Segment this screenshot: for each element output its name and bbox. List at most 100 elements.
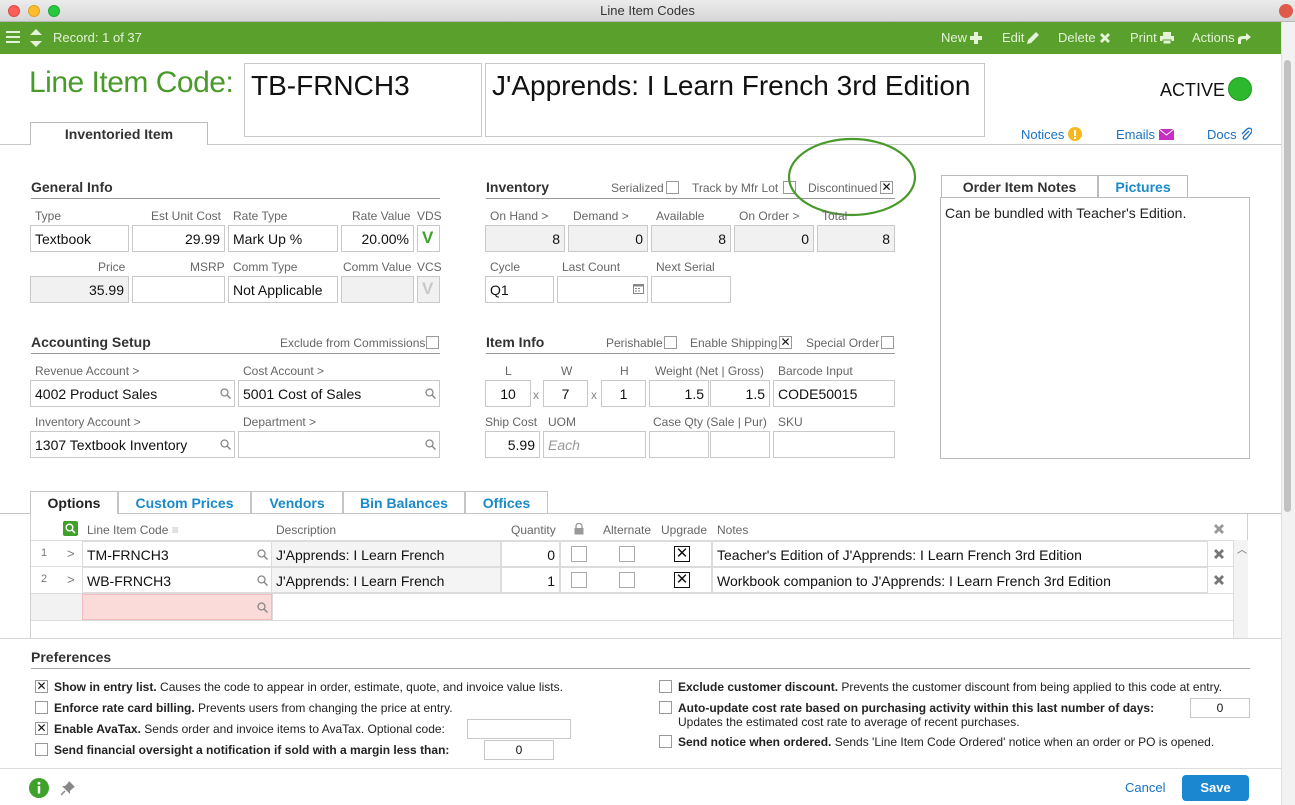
margin-threshold-field[interactable]: 0 <box>484 740 554 760</box>
cost-account-field[interactable]: 5001 Cost of Sales <box>238 380 440 407</box>
tab-order-item-notes[interactable]: Order Item Notes <box>941 175 1098 198</box>
row-upgrade-checkbox[interactable]: ✕ <box>674 546 690 562</box>
row-code-field[interactable]: WB-FRNCH3 <box>82 567 272 593</box>
search-icon[interactable] <box>220 388 231 399</box>
table-row[interactable]: 2 > WB-FRNCH3 J'Apprends: I Learn French… <box>31 567 1233 594</box>
new-button[interactable]: New <box>941 30 983 45</box>
inventory-account-link[interactable]: Inventory Account > <box>35 415 141 429</box>
next-serial-field[interactable] <box>651 276 731 303</box>
row-notes[interactable]: Teacher's Edition of J'Apprends: I Learn… <box>712 541 1208 567</box>
net-weight-field[interactable]: 1.5 <box>649 380 709 407</box>
code-field[interactable]: TB-FRNCH3 <box>244 63 482 137</box>
ship-cost-field[interactable]: 5.99 <box>485 431 540 458</box>
revenue-account-link[interactable]: Revenue Account > <box>35 364 139 378</box>
uom-field[interactable]: Each <box>543 431 646 458</box>
department-link[interactable]: Department > <box>243 415 316 429</box>
row-quantity[interactable]: 1 <box>501 567 560 593</box>
print-button[interactable]: Print <box>1130 30 1174 45</box>
enable-shipping-checkbox[interactable]: ✕ <box>779 336 792 349</box>
close-window-button[interactable] <box>8 5 20 17</box>
notices-link[interactable]: Notices <box>1021 127 1082 142</box>
grid-scrollbar[interactable]: ︿ <box>1233 540 1248 638</box>
edit-button[interactable]: Edit <box>1002 30 1040 45</box>
send-notice-checkbox[interactable] <box>659 735 672 748</box>
vds-checkmark-icon[interactable]: V <box>417 225 440 252</box>
msrp-field[interactable] <box>132 276 225 303</box>
est-unit-cost-field[interactable]: 29.99 <box>132 225 225 252</box>
comm-type-field[interactable]: Not Applicable <box>228 276 338 303</box>
show-in-entry-list-checkbox[interactable]: ✕ <box>35 680 48 693</box>
department-field[interactable] <box>238 431 440 458</box>
delete-button[interactable]: Delete <box>1058 30 1111 45</box>
tab-pictures[interactable]: Pictures <box>1098 175 1188 198</box>
col-line-item-code[interactable]: Line Item Code ≡ <box>87 523 179 537</box>
tab-custom-prices[interactable]: Custom Prices <box>118 491 251 514</box>
window-scroll-thumb[interactable] <box>1284 60 1291 512</box>
search-icon[interactable] <box>257 549 268 560</box>
margin-notification-checkbox[interactable] <box>35 743 48 756</box>
serialized-checkbox[interactable] <box>666 181 679 194</box>
exclude-customer-discount-checkbox[interactable] <box>659 680 672 693</box>
delete-row-icon[interactable] <box>1213 574 1225 586</box>
row-open-arrow-icon[interactable]: > <box>67 546 75 561</box>
on-hand-link[interactable]: On Hand > <box>490 209 548 223</box>
minimize-window-button[interactable] <box>28 5 40 17</box>
cancel-button[interactable]: Cancel <box>1125 780 1165 795</box>
tab-bin-balances[interactable]: Bin Balances <box>343 491 465 514</box>
search-icon[interactable] <box>257 575 268 586</box>
description-field[interactable]: J'Apprends: I Learn French 3rd Edition <box>485 63 985 137</box>
row-quantity[interactable]: 0 <box>501 541 560 567</box>
row-code-field[interactable]: TM-FRNCH3 <box>82 541 272 567</box>
cycle-field[interactable]: Q1 <box>485 276 554 303</box>
row-alternate-checkbox[interactable] <box>619 572 635 588</box>
case-qty-sale-field[interactable] <box>649 431 709 458</box>
zoom-window-button[interactable] <box>48 5 60 17</box>
tab-vendors[interactable]: Vendors <box>251 491 343 514</box>
auto-update-cost-checkbox[interactable] <box>659 701 672 714</box>
pin-icon[interactable] <box>60 780 76 796</box>
cost-account-link[interactable]: Cost Account > <box>243 364 324 378</box>
order-item-notes-textarea[interactable]: Can be bundled with Teacher's Edition. <box>940 197 1250 459</box>
rate-type-field[interactable]: Mark Up % <box>228 225 338 252</box>
new-row-code-field[interactable] <box>82 594 272 620</box>
special-order-checkbox[interactable] <box>881 336 894 349</box>
perishable-checkbox[interactable] <box>664 336 677 349</box>
enable-avatax-checkbox[interactable]: ✕ <box>35 722 48 735</box>
emails-link[interactable]: Emails <box>1116 127 1174 142</box>
barcode-field[interactable]: CODE50015 <box>773 380 895 407</box>
type-field[interactable]: Textbook <box>30 225 129 252</box>
width-field[interactable]: 7 <box>543 380 588 407</box>
scroll-up-icon[interactable]: ︿ <box>1237 541 1247 556</box>
row-lock-checkbox[interactable] <box>571 546 587 562</box>
row-alternate-checkbox[interactable] <box>619 546 635 562</box>
tab-offices[interactable]: Offices <box>465 491 548 514</box>
height-field[interactable]: 1 <box>601 380 646 407</box>
search-icon[interactable] <box>257 602 268 613</box>
inventory-account-field[interactable]: 1307 Textbook Inventory <box>30 431 235 458</box>
rate-value-field[interactable]: 20.00% <box>341 225 414 252</box>
gross-weight-field[interactable]: 1.5 <box>710 380 770 407</box>
revenue-account-field[interactable]: 4002 Product Sales <box>30 380 235 407</box>
demand-link[interactable]: Demand > <box>573 209 629 223</box>
case-qty-pur-field[interactable] <box>710 431 770 458</box>
calendar-icon[interactable] <box>633 284 644 294</box>
avatax-code-field[interactable] <box>467 719 571 739</box>
enforce-rate-card-checkbox[interactable] <box>35 701 48 714</box>
actions-button[interactable]: Actions <box>1192 30 1251 45</box>
docs-link[interactable]: Docs <box>1207 127 1253 142</box>
row-upgrade-checkbox[interactable]: ✕ <box>674 572 690 588</box>
exclude-commissions-checkbox[interactable] <box>426 336 439 349</box>
record-navigate-icon[interactable] <box>29 28 43 48</box>
row-open-arrow-icon[interactable]: > <box>67 572 75 587</box>
search-icon[interactable] <box>220 439 231 450</box>
search-icon[interactable] <box>425 439 436 450</box>
auto-update-days-field[interactable]: 0 <box>1190 698 1250 718</box>
row-lock-checkbox[interactable] <box>571 572 587 588</box>
grid-search-icon[interactable] <box>63 521 78 536</box>
on-order-link[interactable]: On Order > <box>739 209 799 223</box>
row-notes[interactable]: Workbook companion to J'Apprends: I Lear… <box>712 567 1208 593</box>
sku-field[interactable] <box>773 431 895 458</box>
last-count-field[interactable] <box>557 276 648 303</box>
table-row[interactable]: 1 > TM-FRNCH3 J'Apprends: I Learn French… <box>31 540 1233 567</box>
menu-icon[interactable] <box>6 31 20 44</box>
